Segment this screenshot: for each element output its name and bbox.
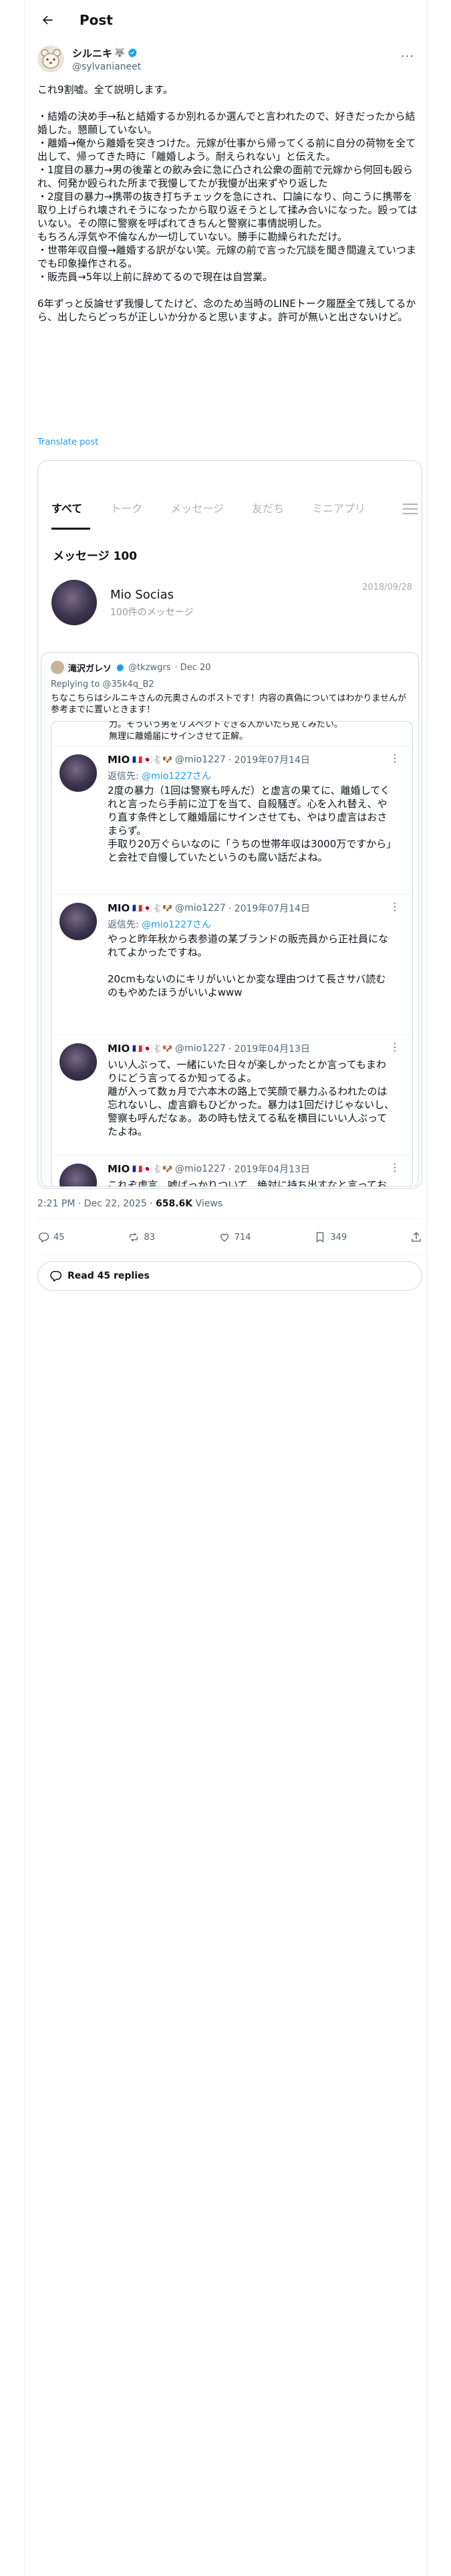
line-tab-all: すべて — [51, 502, 83, 515]
author-emoji: 🐺 — [114, 47, 126, 58]
post-time[interactable]: 2:21 PM · Dec 22, 2025 · — [37, 1198, 156, 1209]
tab-underline — [51, 528, 90, 530]
author-handle[interactable]: @sylvanianeet — [72, 62, 141, 72]
quoted-author-name: 滝沢ガレソ — [68, 663, 112, 674]
reply-count: 45 — [53, 1232, 65, 1243]
quoted-avatar — [51, 661, 64, 674]
chat-avatar — [51, 580, 97, 625]
bookmark-icon — [317, 1232, 324, 1243]
heart-icon — [220, 1233, 229, 1242]
attached-image[interactable]: すべて トーク メッセージ 友だち ミニアプリ メッセージ 100 Mio So… — [37, 460, 422, 1189]
chat-subtitle: 100件のメッセージ — [110, 607, 194, 618]
repost-count: 83 — [144, 1232, 155, 1243]
verified-badge-icon — [116, 663, 124, 671]
reply-name: MIO — [108, 902, 130, 914]
reply-more-icon: ⋮ — [390, 1041, 400, 1053]
translate-link[interactable]: Translate post — [37, 437, 98, 447]
author-row: シルニキ 🐺 @sylvanianeet ··· — [37, 43, 418, 75]
left-border — [24, 0, 25, 2576]
reply-name: MIO — [108, 1163, 130, 1175]
divider — [37, 1218, 422, 1219]
action-bar: 45 83 714 349 — [37, 1225, 422, 1249]
chat-list-item: Mio Socias 100件のメッセージ 2018/09/28 — [51, 578, 412, 632]
reply-flags: 🇫🇷🇯🇵🐇🐶 — [132, 755, 173, 764]
chat-date: 2018/09/28 — [362, 582, 412, 593]
page-title: Post — [80, 12, 113, 28]
quoted-body: ちなこちらはシルニキさんの元奥さんのポストです！内容の真偽についてはわかりません… — [51, 693, 406, 715]
chat-bubble-icon — [50, 1271, 62, 1282]
reply-handle: @mio1227 — [175, 1164, 226, 1174]
reply-avatar — [59, 1164, 97, 1186]
line-tab-miniapp: ミニアプリ — [311, 502, 365, 515]
tweet-text: これ9割嘘。全て説明します。 ・結婚の決め手→私と結婚するか別れるか選んでと言わ… — [37, 84, 418, 323]
view-count: 658.6K — [156, 1198, 193, 1209]
reply-flags: 🇫🇷🇯🇵🐇🐶 — [132, 1044, 173, 1053]
reply-item: MIO 🇫🇷🇯🇵🐇🐶 @mio1227 · 2019年04月13日 ⋮ いい人ぶ… — [51, 1035, 412, 1155]
reply-text: 2度の暴力（1回は警察も呼んだ）と虚言の果てに、離婚してくれと言ったら手前に泣丁… — [108, 784, 392, 863]
post-header: Post — [25, 0, 427, 40]
quoted-post: 滝沢ガレソ @tkzwgrs · Dec 20 Replying to @35k… — [41, 652, 419, 1187]
reply-item: MIO 🇫🇷🇯🇵🐇🐶 @mio1227 · 2019年07月14日 ⋮ 返信先:… — [51, 894, 412, 1035]
reply-flags: 🇫🇷🇯🇵🐇🐶 — [132, 1164, 173, 1174]
reply-handle: @mio1227 — [175, 903, 226, 914]
quoted-handle: @tkzwgrs — [128, 662, 171, 673]
bear-avatar-icon — [37, 45, 64, 72]
reply-item: MIO 🇫🇷🇯🇵🐇🐶 @mio1227 · 2019年04月13日 ⋮ これぞ虚… — [51, 1155, 412, 1187]
reply-name: MIO — [108, 1043, 130, 1055]
arrow-left-icon — [43, 15, 53, 25]
inner-top-text: 力。そういう男をリスペクトできる人がいたら見てみたい。 無理に離婚届にサインさせ… — [109, 721, 343, 742]
reply-more-icon: ⋮ — [390, 752, 400, 764]
right-border — [427, 0, 428, 2576]
chat-name: Mio Socias — [110, 588, 174, 602]
reply-avatar — [59, 903, 97, 940]
reply-text: やっと昨年秋から表参道の某ブランドの販売員から正社員になれてよかったですね。 2… — [108, 933, 389, 998]
reply-date: · 2019年04月13日 — [228, 1044, 310, 1055]
back-button[interactable] — [34, 7, 61, 33]
views-label: Views — [192, 1198, 223, 1209]
more-options-button[interactable]: ··· — [401, 49, 414, 64]
quoted-date: · Dec 20 — [174, 662, 211, 673]
share-button[interactable] — [410, 1231, 422, 1243]
inner-screenshot: 力。そういう男をリスペクトできる人がいたら見てみたい。 無理に離婚届にサインさせ… — [51, 721, 413, 1187]
reply-handle: @mio1227 — [175, 1043, 226, 1054]
like-count: 714 — [234, 1232, 251, 1243]
read-replies-label: Read 45 replies — [67, 1271, 150, 1281]
message-count-label: メッセージ 100 — [53, 550, 138, 563]
repost-icon — [130, 1232, 138, 1242]
reply-to-line: 返信先: @mio1227さん — [108, 920, 211, 930]
post-timestamp: 2:21 PM · Dec 22, 2025 · 658.6K Views — [37, 1198, 222, 1209]
reply-date: · 2019年04月13日 — [228, 1164, 310, 1175]
line-tab-talk: トーク — [110, 502, 143, 515]
like-button[interactable]: 714 — [218, 1231, 251, 1243]
reply-button[interactable]: 45 — [37, 1231, 65, 1243]
avatar[interactable] — [37, 45, 64, 72]
reply-date: · 2019年07月14日 — [228, 903, 310, 914]
reply-avatar — [59, 754, 97, 792]
reply-handle: @mio1227 — [175, 754, 226, 765]
reply-text: これぞ虚言。嘘ばっかりついて、絶対に持ち出すなと言っておいた私の荷物を手に取って… — [108, 1179, 387, 1187]
reply-to-line: 返信先: @mio1227さん — [108, 771, 211, 782]
more-dots-icon: ··· — [400, 49, 414, 64]
repost-button[interactable]: 83 — [128, 1231, 155, 1243]
author-name[interactable]: シルニキ — [72, 46, 112, 60]
reply-flags: 🇫🇷🇯🇵🐇🐶 — [132, 903, 173, 913]
quoted-replying-to: Replying to @35k4q_B2 — [51, 679, 154, 689]
reply-name: MIO — [108, 754, 130, 766]
reply-date: · 2019年07月14日 — [228, 755, 310, 766]
line-tab-message: メッセージ — [170, 502, 224, 515]
read-replies-button[interactable]: Read 45 replies — [37, 1261, 422, 1291]
reply-more-icon: ⋮ — [390, 900, 400, 913]
bookmark-button[interactable]: 349 — [314, 1231, 347, 1243]
reply-icon — [38, 1232, 49, 1243]
hamburger-menu-icon — [403, 504, 418, 514]
line-tab-bar: すべて トーク メッセージ 友だち ミニアプリ — [51, 494, 410, 521]
share-icon — [412, 1232, 421, 1242]
line-tab-friends: 友だち — [251, 502, 284, 515]
reply-item: MIO 🇫🇷🇯🇵🐇🐶 @mio1227 · 2019年07月14日 ⋮ 返信先:… — [51, 746, 412, 894]
reply-more-icon: ⋮ — [390, 1161, 400, 1174]
verified-badge-icon — [128, 48, 137, 58]
reply-text: いい人ぶって、一緒にいた日々が楽しかったとか言ってもまわりにどう言ってるか知って… — [108, 1059, 395, 1138]
reply-avatar — [59, 1043, 97, 1081]
bookmark-count: 349 — [330, 1232, 347, 1243]
